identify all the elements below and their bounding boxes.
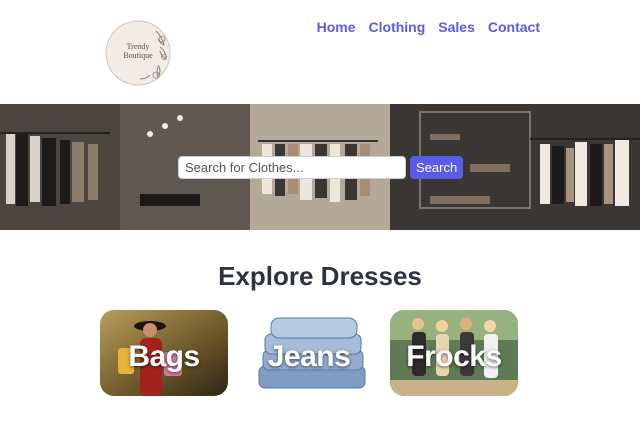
main-nav: Home Clothing Sales Contact <box>317 19 540 35</box>
logo-badge-icon: Trendy Boutique <box>105 20 171 86</box>
nav-clothing[interactable]: Clothing <box>369 19 426 35</box>
category-label-frocks: Frocks <box>406 340 502 373</box>
hero-banner: Search <box>0 104 640 230</box>
brand-logo[interactable]: Trendy Boutique <box>104 17 176 89</box>
search-bar: Search <box>178 156 464 179</box>
nav-home[interactable]: Home <box>317 19 356 35</box>
search-input[interactable] <box>178 156 406 179</box>
nav-contact[interactable]: Contact <box>488 19 540 35</box>
category-card-jeans[interactable]: Jeans <box>245 310 373 396</box>
category-card-bags[interactable]: Bags <box>100 310 228 396</box>
nav-sales[interactable]: Sales <box>438 19 475 35</box>
search-button[interactable]: Search <box>410 156 464 179</box>
category-label-bags: Bags <box>128 340 200 373</box>
logo-line2: Boutique <box>123 51 153 60</box>
logo-line1: Trendy <box>127 42 150 51</box>
category-card-frocks[interactable]: Frocks <box>390 310 518 396</box>
category-label-jeans: Jeans <box>267 340 351 373</box>
category-cards: Bags Jeans Frocks <box>100 310 520 396</box>
explore-title: Explore Dresses <box>218 261 422 291</box>
